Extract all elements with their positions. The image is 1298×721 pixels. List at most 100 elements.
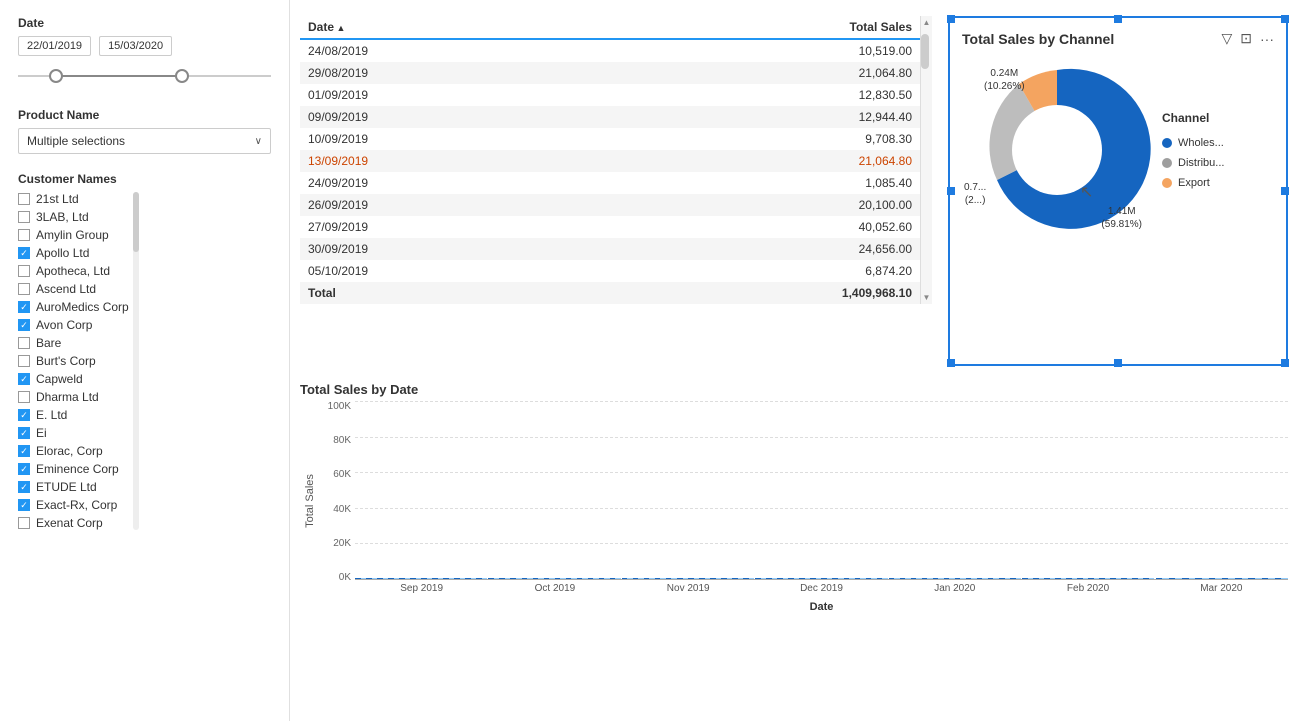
customer-checkbox[interactable] <box>18 499 30 511</box>
table-row[interactable]: 30/09/201924,656.00 <box>300 238 920 260</box>
bar-pair[interactable] <box>399 578 410 579</box>
table-row[interactable]: 26/09/201920,100.00 <box>300 194 920 216</box>
table-row[interactable]: 09/09/201912,944.40 <box>300 106 920 128</box>
bar-pair[interactable] <box>1262 578 1275 579</box>
customer-item[interactable]: AuroMedics Corp <box>18 300 129 314</box>
customer-checkbox[interactable] <box>18 301 30 313</box>
bar-pair[interactable] <box>366 578 377 579</box>
bar-pair[interactable] <box>721 578 732 579</box>
customer-checkbox[interactable] <box>18 229 30 241</box>
table-row[interactable]: 29/08/201921,064.80 <box>300 62 920 84</box>
table-row[interactable]: 13/09/201921,064.80 <box>300 150 920 172</box>
bar-pair[interactable] <box>1132 578 1143 579</box>
bar-pair[interactable] <box>743 578 754 579</box>
resize-handle-ml[interactable] <box>947 187 955 195</box>
table-col-sales[interactable]: Total Sales <box>591 16 920 39</box>
bar-pair[interactable] <box>1143 578 1154 579</box>
bar-pair[interactable] <box>622 578 633 579</box>
customer-checkbox[interactable] <box>18 373 30 385</box>
bar-pair[interactable] <box>666 578 677 579</box>
resize-handle-br[interactable] <box>1281 359 1289 367</box>
resize-handle-bm[interactable] <box>1114 359 1122 367</box>
bar-pair[interactable] <box>1156 578 1169 579</box>
bar-pair[interactable] <box>889 578 900 579</box>
bar-pair[interactable] <box>432 578 443 579</box>
bar-pair[interactable] <box>1235 578 1248 579</box>
bar-pair[interactable] <box>844 578 855 579</box>
bar-pair[interactable] <box>1099 578 1110 579</box>
bar-pair[interactable] <box>977 578 988 579</box>
bar-pair[interactable] <box>577 578 588 579</box>
bar-pair[interactable] <box>1022 578 1033 579</box>
bar-pair[interactable] <box>544 578 555 579</box>
bar-pair[interactable] <box>699 578 710 579</box>
bar-pair[interactable] <box>766 578 777 579</box>
customer-item[interactable]: Bare <box>18 336 129 350</box>
customer-item[interactable]: Avon Corp <box>18 318 129 332</box>
customer-item[interactable]: Eminence Corp <box>18 462 129 476</box>
bar-pair[interactable] <box>1066 578 1077 579</box>
customer-item[interactable]: Elorac, Corp <box>18 444 129 458</box>
bar-pair[interactable] <box>510 578 521 579</box>
customer-checkbox[interactable] <box>18 265 30 277</box>
customer-item[interactable]: Dharma Ltd <box>18 390 129 404</box>
bar-pair[interactable] <box>922 578 933 579</box>
bar-pair[interactable] <box>966 578 977 579</box>
bar-pair[interactable] <box>1110 578 1121 579</box>
bar-pair[interactable] <box>1033 578 1044 579</box>
customer-checkbox[interactable] <box>18 283 30 295</box>
customer-item[interactable]: 21st Ltd <box>18 192 129 206</box>
scroll-down-arrow[interactable]: ▼ <box>921 291 932 304</box>
table-row[interactable]: 01/09/201912,830.50 <box>300 84 920 106</box>
bar-pair[interactable] <box>988 578 999 579</box>
customer-checkbox[interactable] <box>18 445 30 457</box>
bar-pair[interactable] <box>644 578 655 579</box>
customer-checkbox[interactable] <box>18 211 30 223</box>
bar-pair[interactable] <box>499 578 510 579</box>
resize-handle-tl[interactable] <box>947 15 955 23</box>
bar-pair[interactable] <box>777 578 788 579</box>
bar-pair[interactable] <box>488 578 499 579</box>
bar-pair[interactable] <box>877 578 888 579</box>
bar-pair[interactable] <box>855 578 866 579</box>
customer-item[interactable]: Amylin Group <box>18 228 129 242</box>
bar-pair[interactable] <box>688 578 699 579</box>
bar-pair[interactable] <box>1169 578 1182 579</box>
bar-pair[interactable] <box>410 578 421 579</box>
customer-item[interactable]: Apotheca, Ltd <box>18 264 129 278</box>
bar-pair[interactable] <box>944 578 955 579</box>
legend-item-distribu[interactable]: Distribu... <box>1162 157 1224 169</box>
more-icon[interactable]: ··· <box>1260 31 1274 47</box>
bar-pair[interactable] <box>1275 578 1288 579</box>
bar-pair[interactable] <box>955 578 966 579</box>
bar-pair[interactable] <box>566 578 577 579</box>
customer-item[interactable]: Ei <box>18 426 129 440</box>
bar-pair[interactable] <box>588 578 599 579</box>
bar-pair[interactable] <box>900 578 911 579</box>
customer-checkbox[interactable] <box>18 337 30 349</box>
bar-pair[interactable] <box>522 578 533 579</box>
bar-pair[interactable] <box>1044 578 1055 579</box>
customer-item[interactable]: Ascend Ltd <box>18 282 129 296</box>
customer-item[interactable]: 3LAB, Ltd <box>18 210 129 224</box>
slider-thumb-right[interactable] <box>175 69 189 83</box>
resize-handle-tr[interactable] <box>1281 15 1289 23</box>
bar-pair[interactable] <box>810 578 821 579</box>
bar-pair[interactable] <box>999 578 1010 579</box>
bar-pair[interactable] <box>1055 578 1066 579</box>
bar-pair[interactable] <box>421 578 432 579</box>
bar-pair[interactable] <box>633 578 644 579</box>
date-end[interactable]: 15/03/2020 <box>99 36 172 56</box>
date-start[interactable]: 22/01/2019 <box>18 36 91 56</box>
bar-pair[interactable] <box>388 578 399 579</box>
bar-pair[interactable] <box>1121 578 1132 579</box>
table-row[interactable]: 05/10/20196,874.20 <box>300 260 920 282</box>
table-row[interactable]: 24/09/20191,085.40 <box>300 172 920 194</box>
bar-pair[interactable] <box>732 578 743 579</box>
bar-pair[interactable] <box>866 578 877 579</box>
customer-checkbox[interactable] <box>18 391 30 403</box>
bar-pair[interactable] <box>755 578 766 579</box>
bar-pair[interactable] <box>1088 578 1099 579</box>
slider-thumb-left[interactable] <box>49 69 63 83</box>
bar-pair[interactable] <box>599 578 610 579</box>
